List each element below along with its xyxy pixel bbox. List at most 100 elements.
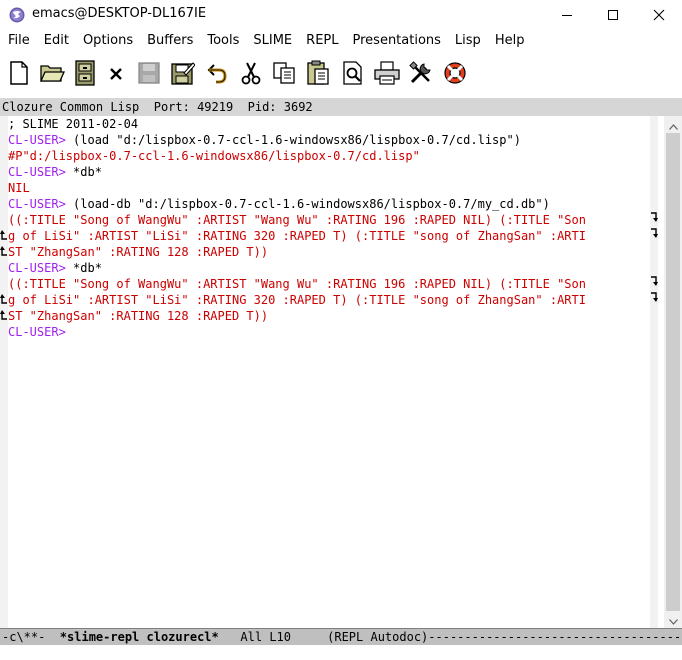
window-title: emacs@DESKTOP-DL167IE xyxy=(32,6,207,21)
menu-slime[interactable]: SLIME xyxy=(246,30,299,52)
repl-output: ((:TITLE "Song of WangWu" :ARTIST "Wang … xyxy=(8,213,586,227)
close-buffer-icon xyxy=(109,66,123,85)
buffer-line: CL-USER> *db* xyxy=(8,164,650,180)
save-as-button[interactable] xyxy=(170,62,196,88)
scroll-up-button[interactable] xyxy=(664,116,682,133)
buffer-line: g of LiSi" :ARTIST "LiSi" :RATING 320 :R… xyxy=(8,292,650,308)
arrow-down-icon xyxy=(668,610,678,629)
help-button[interactable] xyxy=(442,62,468,88)
scroll-down-button[interactable] xyxy=(664,611,682,628)
new-file-icon xyxy=(8,61,30,89)
toolbar xyxy=(0,55,682,95)
minibuffer[interactable] xyxy=(0,646,682,660)
buffer-line: CL-USER> (load-db "d:/lispbox-0.7-ccl-1.… xyxy=(8,196,650,212)
repl-input: *db* xyxy=(65,165,102,179)
menu-edit[interactable]: Edit xyxy=(37,30,76,52)
dired-icon xyxy=(74,60,96,90)
repl-output: ST "ZhangSan" :RATING 128 :RAPED T)) xyxy=(8,245,269,259)
title-bar[interactable]: emacs@DESKTOP-DL167IE xyxy=(0,0,682,30)
dired-button[interactable] xyxy=(72,60,98,90)
undo-button[interactable] xyxy=(204,62,230,88)
buffer-line: NIL xyxy=(8,180,650,196)
mode-line-fill: ----------------------------------------… xyxy=(428,630,682,644)
paste-button[interactable] xyxy=(305,60,331,90)
repl-output: NIL xyxy=(8,181,30,195)
right-fringe xyxy=(650,116,658,628)
buffer-line: CL-USER> xyxy=(8,324,650,340)
repl-prompt: CL-USER> xyxy=(8,325,66,339)
menu-file[interactable]: File xyxy=(0,30,37,52)
buffer-line: ST "ZhangSan" :RATING 128 :RAPED T)) xyxy=(8,308,650,324)
buffer-text[interactable]: ; SLIME 2011-02-04 CL-USER> (load "d:/lis… xyxy=(8,116,650,340)
repl-output: g of LiSi" :ARTIST "LiSi" :RATING 320 :R… xyxy=(8,293,586,307)
search-icon xyxy=(342,61,364,89)
menu-repl[interactable]: REPL xyxy=(299,30,345,52)
mode-line[interactable]: -c\**- *slime-repl clozurecl* All L10 (R… xyxy=(0,628,682,645)
cut-button[interactable] xyxy=(238,62,264,88)
mode-line-status: -c\**- xyxy=(2,630,60,644)
undo-icon xyxy=(207,62,227,88)
copy-button[interactable] xyxy=(271,62,297,88)
buffer-line: ((:TITLE "Song of WangWu" :ARTIST "Wang … xyxy=(8,276,650,292)
buffer-line: ST "ZhangSan" :RATING 128 :RAPED T)) xyxy=(8,244,650,260)
preferences-icon xyxy=(409,61,433,89)
line-continuation-icon xyxy=(0,228,8,245)
cut-icon xyxy=(241,61,261,89)
save-as-icon xyxy=(171,61,196,89)
buffer-line: ((:TITLE "Song of WangWu" :ARTIST "Wang … xyxy=(8,212,650,228)
mode-line-modes[interactable]: (REPL Autodoc) xyxy=(327,630,428,644)
line-continuation-icon xyxy=(650,228,658,245)
copy-icon xyxy=(272,61,296,89)
line-continuation-icon xyxy=(0,292,8,309)
maximize-icon xyxy=(607,6,619,25)
repl-output: ((:TITLE "Song of WangWu" :ARTIST "Wang … xyxy=(8,277,586,291)
repl-output: #P"d:/lispbox-0.7-ccl-1.6-windowsx86/lis… xyxy=(8,149,420,163)
repl-prompt: CL-USER> xyxy=(8,133,66,147)
open-file-button[interactable] xyxy=(39,62,66,88)
buffer-line: CL-USER> (load "d:/lispbox-0.7-ccl-1.6-w… xyxy=(8,132,650,148)
repl-prompt: CL-USER> xyxy=(8,261,66,275)
emacs-logo-icon xyxy=(9,7,25,23)
save-icon xyxy=(138,62,160,88)
vertical-scrollbar[interactable] xyxy=(664,116,682,628)
preferences-button[interactable] xyxy=(408,61,434,89)
menu-tools[interactable]: Tools xyxy=(200,30,246,52)
scrollbar-thumb[interactable] xyxy=(666,133,680,611)
repl-input: *db* xyxy=(65,261,102,275)
menu-presentations[interactable]: Presentations xyxy=(346,30,448,52)
repl-buffer[interactable]: ; SLIME 2011-02-04 CL-USER> (load "d:/lis… xyxy=(0,116,664,628)
menu-options[interactable]: Options xyxy=(76,30,140,52)
save-button[interactable] xyxy=(136,62,162,88)
repl-input: (load "d:/lispbox-0.7-ccl-1.6-windowsx86… xyxy=(65,133,521,147)
minimize-icon xyxy=(561,6,573,25)
header-line: Clozure Common Lisp Port: 49219 Pid: 369… xyxy=(0,98,682,116)
kill-buffer-button[interactable] xyxy=(103,62,129,88)
buffer-line: g of LiSi" :ARTIST "LiSi" :RATING 320 :R… xyxy=(8,228,650,244)
close-icon xyxy=(653,6,665,25)
mode-line-position: All L10 xyxy=(218,630,328,644)
line-continuation-icon xyxy=(0,308,8,325)
close-button[interactable] xyxy=(636,0,682,30)
menu-lisp[interactable]: Lisp xyxy=(448,30,488,52)
buffer-line: ; SLIME 2011-02-04 xyxy=(8,116,650,132)
repl-input: ; SLIME 2011-02-04 xyxy=(8,117,139,131)
buffer-line: #P"d:/lispbox-0.7-ccl-1.6-windowsx86/lis… xyxy=(8,148,650,164)
menu-buffers[interactable]: Buffers xyxy=(140,30,200,52)
minimize-button[interactable] xyxy=(544,0,590,30)
repl-prompt: CL-USER> xyxy=(8,197,66,211)
menu-bar: File Edit Options Buffers Tools SLIME RE… xyxy=(0,30,682,52)
repl-input: (load-db "d:/lispbox-0.7-ccl-1.6-windows… xyxy=(65,197,550,211)
mode-line-buffer-name[interactable]: *slime-repl clozurecl* xyxy=(60,630,219,644)
repl-output: g of LiSi" :ARTIST "LiSi" :RATING 320 :R… xyxy=(8,229,586,243)
new-file-button[interactable] xyxy=(6,61,32,89)
paste-icon xyxy=(306,60,330,90)
print-button[interactable] xyxy=(374,61,400,88)
line-continuation-icon xyxy=(0,244,8,261)
line-continuation-icon xyxy=(650,212,658,229)
search-button[interactable] xyxy=(340,61,366,89)
repl-prompt: CL-USER> xyxy=(8,165,66,179)
maximize-button[interactable] xyxy=(590,0,636,30)
left-fringe xyxy=(0,116,8,628)
arrow-up-icon xyxy=(668,115,678,134)
menu-help[interactable]: Help xyxy=(488,30,532,52)
